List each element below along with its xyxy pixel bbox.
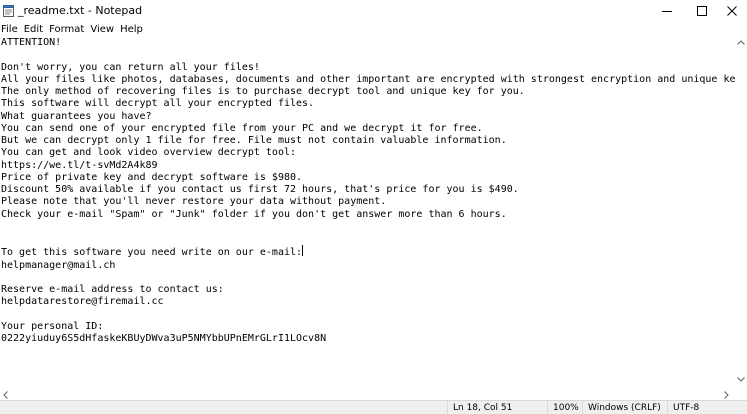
notepad-icon [3,5,14,17]
scroll-down-arrow-icon[interactable] [737,377,745,382]
minimize-button[interactable] [647,0,687,22]
menu-file[interactable]: File [0,23,21,37]
line-ending: Windows (CRLF) [582,401,667,414]
vertical-scrollbar[interactable] [735,37,747,389]
close-button[interactable] [712,0,747,22]
scroll-right-arrow-icon[interactable] [724,391,729,399]
text-encoding: UTF-8 [667,401,747,414]
cursor-position: Ln 18, Col 51 [447,401,547,414]
text-editor[interactable]: ATTENTION! Don't worry, you can return a… [0,37,735,389]
menu-view[interactable]: View [87,23,117,37]
menu-help[interactable]: Help [117,23,146,37]
menu-edit[interactable]: Edit [21,23,46,37]
text-before-caret: ATTENTION! Don't worry, you can return a… [1,37,735,259]
document-text[interactable]: ATTENTION! Don't worry, you can return a… [0,37,735,345]
horizontal-scrollbar[interactable] [0,389,735,400]
zoom-level: 100% [547,401,582,414]
scroll-left-arrow-icon[interactable] [3,391,8,399]
menu-bar: File Edit Format View Help [0,22,747,37]
menu-format[interactable]: Format [46,23,87,37]
status-bar: Ln 18, Col 51 100% Windows (CRLF) UTF-8 [0,400,747,414]
title-bar[interactable]: _readme.txt - Notepad [0,0,747,22]
window-title: _readme.txt - Notepad [18,4,143,17]
scroll-up-arrow-icon[interactable] [737,40,745,45]
maximize-icon [697,6,707,16]
text-after-caret: helpmanager@mail.ch Reserve e-mail addre… [1,259,327,344]
close-icon [727,6,737,16]
text-caret [302,245,304,257]
minimize-icon [662,11,672,12]
scrollbar-corner [735,389,747,400]
notepad-window: _readme.txt - Notepad File Edit Format V… [0,0,747,414]
